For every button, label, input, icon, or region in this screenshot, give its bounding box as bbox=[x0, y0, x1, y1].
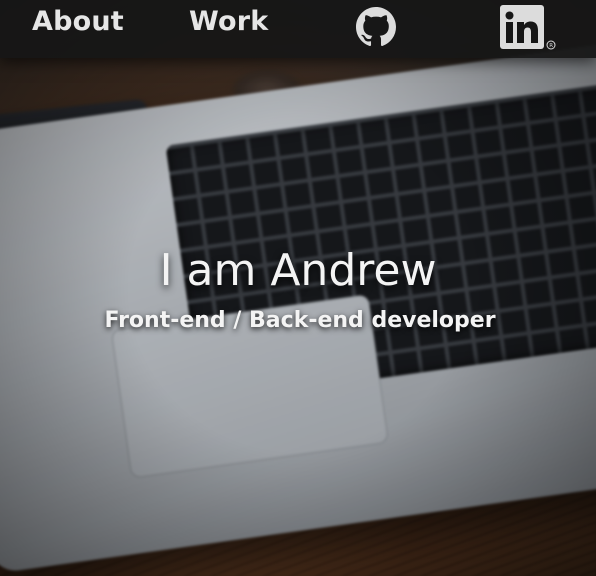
linkedin-icon[interactable]: R bbox=[500, 5, 558, 51]
page: About Work R I am Andrew Front-end / Bac… bbox=[0, 0, 596, 576]
linkedin-icon-svg: R bbox=[500, 5, 556, 50]
nav-link-work[interactable]: Work bbox=[189, 6, 268, 37]
github-icon[interactable] bbox=[356, 7, 396, 47]
nav-link-about[interactable]: About bbox=[32, 6, 124, 37]
github-icon-svg bbox=[356, 7, 396, 47]
top-navbar: About Work R bbox=[0, 0, 596, 58]
hero-title: I am Andrew bbox=[159, 245, 437, 297]
svg-text:R: R bbox=[549, 43, 553, 49]
hero-subtitle: Front-end / Back-end developer bbox=[104, 308, 496, 334]
